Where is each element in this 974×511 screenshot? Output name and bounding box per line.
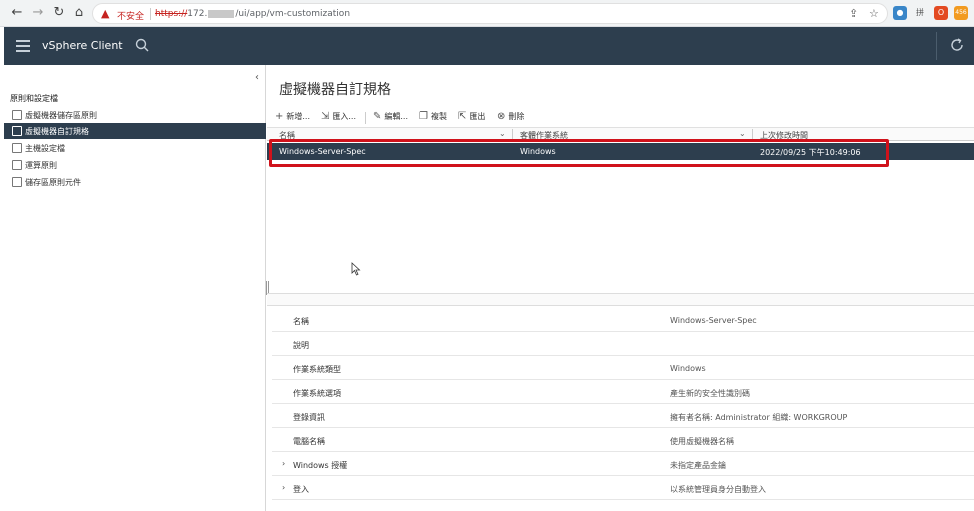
host-profile-icon <box>12 143 22 153</box>
detail-label: 登入 <box>293 485 309 494</box>
refresh-icon[interactable] <box>949 37 965 53</box>
sidebar-item-host-profiles[interactable]: 主機設定檔 <box>4 140 266 156</box>
sidebar-item-label: 儲存區原則元件 <box>25 178 81 187</box>
address-bar[interactable]: ▲ 不安全 https://172. /ui/app/vm-customizati… <box>92 3 888 24</box>
detail-label: 登錄資訊 <box>293 413 325 422</box>
url-path: /ui/app/vm-customization <box>235 9 351 19</box>
insecure-label: 不安全 <box>117 12 145 22</box>
policy-icon <box>12 110 22 120</box>
filter-chevron-icon[interactable]: ⌄ <box>739 129 746 138</box>
sidebar-item-label: 虛擬機器儲存區原則 <box>25 111 97 120</box>
plus-icon: + <box>275 111 284 122</box>
menu-icon[interactable] <box>16 40 30 52</box>
export-label: 匯出 <box>469 112 486 121</box>
toolbar-divider <box>365 112 366 124</box>
extension-rss-icon[interactable]: 456 <box>954 6 968 20</box>
bookmark-star-icon[interactable]: ☆ <box>869 7 879 20</box>
detail-value: 以系統管理員身分自動登入 <box>670 485 766 494</box>
forward-icon[interactable]: → <box>29 4 47 22</box>
detail-row-computer-name: 電腦名稱 使用虛擬機器名稱 <box>272 428 974 452</box>
import-button[interactable]: ⇲ 匯入... <box>321 111 356 122</box>
compute-policy-icon <box>12 160 22 170</box>
filter-chevron-icon[interactable]: ⌄ <box>499 129 506 138</box>
customization-spec-icon <box>12 126 22 136</box>
new-label: 新增... <box>286 112 311 121</box>
sidebar-item-storage-policy-components[interactable]: 儲存區原則元件 <box>4 174 266 190</box>
sidebar-item-label: 運算原則 <box>25 161 57 170</box>
new-button[interactable]: + 新增... <box>275 111 310 122</box>
url-host: 172. <box>187 9 208 19</box>
storage-component-icon <box>12 177 22 187</box>
edit-label: 編輯... <box>384 112 409 121</box>
import-icon: ⇲ <box>321 111 330 122</box>
delete-label: 刪除 <box>508 112 525 121</box>
highlight-annotation <box>269 139 889 167</box>
export-icon: ⇱ <box>458 111 467 122</box>
grid-footer <box>267 293 974 306</box>
sidebar-item-label: 主機設定檔 <box>25 144 65 153</box>
masked-host <box>208 9 235 18</box>
sidebar-item-vm-customization-specs[interactable]: 虛擬機器自訂規格 <box>4 123 266 139</box>
copy-button[interactable]: ❐ 複製 <box>419 111 447 122</box>
detail-value: Windows <box>670 364 706 373</box>
detail-value: 產生新的安全性識別碼 <box>670 389 750 398</box>
detail-row-os-options: 作業系統選項 產生新的安全性識別碼 <box>272 380 974 404</box>
warning-icon: ▲ <box>101 7 110 20</box>
expand-chevron-icon[interactable]: › <box>282 483 285 492</box>
detail-label: 名稱 <box>293 317 309 326</box>
extension-office-icon[interactable]: O <box>934 6 948 20</box>
app-title: vSphere Client <box>42 39 123 52</box>
reload-icon[interactable]: ↻ <box>50 4 68 22</box>
detail-label: 作業系統選項 <box>293 389 341 398</box>
header-divider <box>936 32 937 60</box>
detail-label: 作業系統類型 <box>293 365 341 374</box>
sidebar-item-label: 虛擬機器自訂規格 <box>25 127 89 136</box>
url-text: https://172. /ui/app/vm-customization <box>155 9 350 19</box>
import-label: 匯入... <box>332 112 357 121</box>
detail-row-logon[interactable]: › 登入 以系統管理員身分自動登入 <box>272 476 974 500</box>
detail-label: Windows 授權 <box>293 461 348 470</box>
sidebar-item-compute-policies[interactable]: 運算原則 <box>4 157 266 173</box>
detail-label: 說明 <box>293 341 309 350</box>
sidebar-item-vm-storage-policies[interactable]: 虛擬機器儲存區原則 <box>4 107 266 123</box>
expand-chevron-icon[interactable]: › <box>282 459 285 468</box>
detail-row-registration: 登錄資訊 擁有者名稱: Administrator 組織: WORKGROUP <box>272 404 974 428</box>
edit-button[interactable]: ✎ 編輯... <box>373 111 408 122</box>
detail-row-windows-license[interactable]: › Windows 授權 未指定產品金鑰 <box>272 452 974 476</box>
copy-icon: ❐ <box>419 111 428 122</box>
browser-toolbar: ← → ↻ ⌂ ▲ 不安全 https://172. /ui/app/vm-cus… <box>0 0 974 27</box>
sidebar-section-title: 原則和設定檔 <box>10 94 58 103</box>
detail-row-name: 名稱 Windows-Server-Spec <box>272 308 974 332</box>
delete-circle-icon: ⊗ <box>497 111 506 122</box>
pencil-icon: ✎ <box>373 111 382 122</box>
main-content: 虛擬機器自訂規格 + 新增... ⇲ 匯入... ✎ 編輯... ❐ 複製 ⇱ 匯出 ⊗ 刪… <box>267 65 974 511</box>
share-icon[interactable]: ⇪ <box>849 7 858 20</box>
detail-row-os-type: 作業系統類型 Windows <box>272 356 974 380</box>
url-scheme: https:// <box>155 9 188 19</box>
export-button[interactable]: ⇱ 匯出 <box>458 111 485 122</box>
extension-translate-icon[interactable]: ● <box>893 6 907 20</box>
detail-row-description: 說明 <box>272 332 974 356</box>
mouse-cursor-icon <box>351 262 361 276</box>
detail-label: 電腦名稱 <box>293 437 325 446</box>
home-icon[interactable]: ⌂ <box>70 4 88 22</box>
back-icon[interactable]: ← <box>8 4 26 22</box>
detail-value: 擁有者名稱: Administrator 組織: WORKGROUP <box>670 413 848 422</box>
detail-value: 未指定產品金鑰 <box>670 461 726 470</box>
search-icon[interactable] <box>135 38 149 52</box>
detail-value: Windows-Server-Spec <box>670 316 757 325</box>
copy-label: 複製 <box>430 112 447 121</box>
detail-value: 使用虛擬機器名稱 <box>670 437 734 446</box>
app-header: vSphere Client <box>4 27 974 65</box>
divider <box>150 8 151 20</box>
collapse-chevron-icon[interactable]: ‹ <box>255 72 259 83</box>
delete-button[interactable]: ⊗ 刪除 <box>497 111 524 122</box>
page-title: 虛擬機器自訂規格 <box>279 82 391 98</box>
sidebar: ‹ 原則和設定檔 虛擬機器儲存區原則 虛擬機器自訂規格 主機設定檔 運算原則 儲… <box>4 65 269 511</box>
extension-chinese-icon[interactable]: 拼 <box>913 6 927 20</box>
